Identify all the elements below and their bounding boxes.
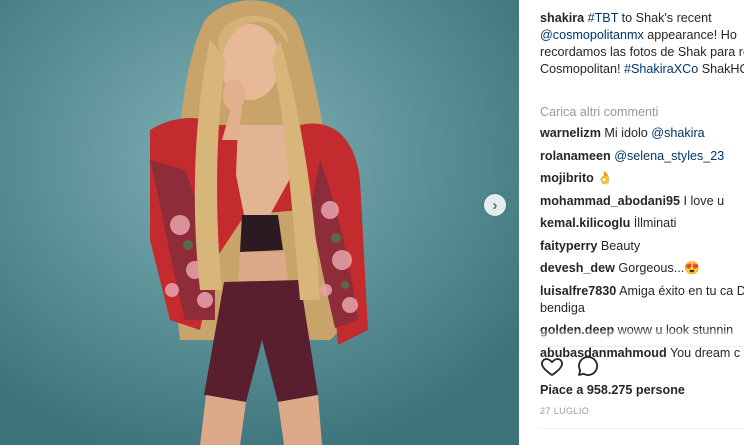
comment-fade-overlay (519, 330, 744, 346)
comment-text: You dream c (669, 345, 741, 360)
comment-username[interactable]: luisalfre7830 (540, 284, 616, 298)
comment-item: faityperry Beauty (540, 238, 744, 255)
comment-mention[interactable]: @shakira (651, 126, 704, 140)
post-side-panel: shakira #TBT to Shak's recent @cosmopoli… (519, 0, 744, 445)
comment-text: İllminati (633, 216, 677, 230)
comment-text: Mi idolo (604, 126, 652, 140)
comment-bubble-icon[interactable] (576, 354, 600, 378)
load-more-comments-link[interactable]: Carica altri commenti (540, 105, 658, 119)
comment-item: rolanameen @selena_styles_23 (540, 148, 744, 165)
post-image[interactable]: › (0, 0, 519, 445)
comment-username[interactable]: mohammad_abodani95 (540, 194, 680, 208)
comment-username[interactable]: mojibrito (540, 171, 594, 185)
caption-hashtag-tbt[interactable]: #TBT (588, 11, 619, 25)
post-date: 27 LUGLIO (540, 406, 590, 416)
comment-text: I love u (683, 193, 725, 208)
caption-username[interactable]: shakira (540, 11, 584, 25)
comment-username[interactable]: kemal.kilicoglu (540, 216, 630, 230)
comment-username[interactable]: rolanameen (540, 149, 611, 163)
post-actions (540, 354, 600, 378)
comment-item: devesh_dew Gorgeous...😍 (540, 260, 744, 277)
caption-hashtag-shakira[interactable]: #ShakiraXCo (624, 62, 698, 76)
post-caption: shakira #TBT to Shak's recent @cosmopoli… (540, 10, 744, 78)
actions-divider (540, 346, 744, 347)
comment-item: mohammad_abodani95 I love u (540, 193, 744, 210)
caption-text-3: ShakHQ (701, 62, 744, 76)
comment-item: luisalfre7830 Amiga éxito en tu ca Dios … (540, 283, 744, 317)
comment-item: mojibrito 👌 (540, 170, 744, 187)
comment-username[interactable]: devesh_dew (540, 261, 615, 275)
heart-outline-icon[interactable] (540, 354, 564, 378)
post-image-illustration (0, 0, 519, 445)
comment-username[interactable]: warnelizm (540, 126, 601, 140)
comment-text: 👌 (597, 171, 614, 185)
comment-text: Beauty (600, 238, 641, 253)
next-image-button[interactable]: › (484, 194, 506, 216)
caption-text: to Shak's recent (618, 11, 712, 25)
comment-item: warnelizm Mi idolo @shakira (540, 125, 744, 142)
like-count[interactable]: Piace a 958.275 persone (540, 383, 685, 397)
bottom-divider (540, 428, 744, 429)
comment-mention[interactable]: @selena_styles_23 (614, 149, 724, 163)
caption-mention[interactable]: @cosmopolitanmx (540, 28, 644, 42)
comment-username[interactable]: faityperry (540, 239, 597, 253)
comment-item: kemal.kilicoglu İllminati (540, 215, 744, 232)
comment-text: Gorgeous...😍 (618, 261, 700, 275)
